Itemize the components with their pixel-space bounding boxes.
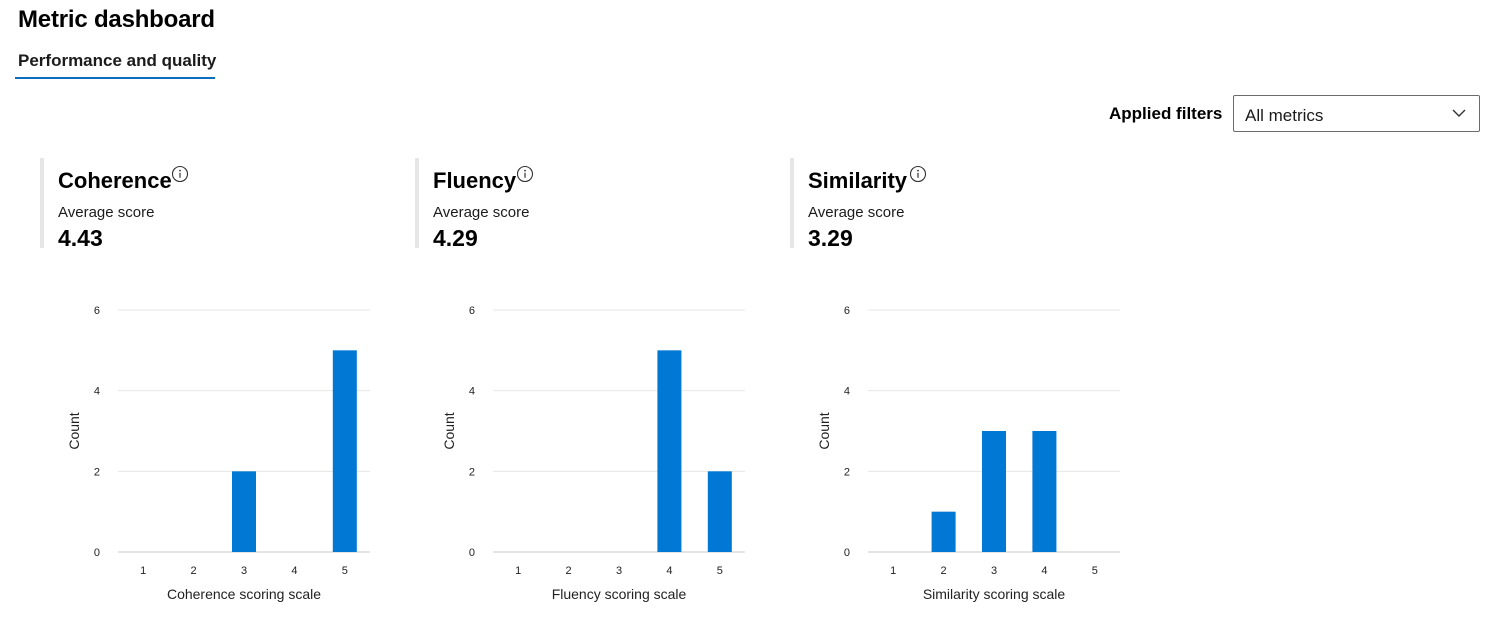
card-accent-bar [40, 158, 44, 248]
tab-performance-and-quality[interactable]: Performance and quality [18, 51, 216, 78]
metric-card-coherence: Coherence Average score 4.43 [40, 158, 380, 251]
x-tick-label: 3 [991, 565, 997, 577]
similarity-histogram: 0 2 4 6 1 2 3 4 5 Similarity scoring scale Count [816, 305, 1120, 602]
y-tick-label: 2 [469, 466, 475, 478]
y-tick-label: 0 [844, 547, 850, 559]
x-tick-label: 4 [666, 565, 672, 577]
average-score-label: Average score [808, 204, 905, 221]
bar [657, 350, 682, 552]
card-accent-bar [415, 158, 419, 248]
y-axis-label: Count [816, 412, 832, 449]
y-tick-label: 4 [469, 386, 475, 398]
x-tick-label: 5 [717, 565, 723, 577]
y-axis-label: Count [66, 412, 82, 449]
x-tick-label: 2 [566, 565, 572, 577]
x-tick-label: 4 [1041, 565, 1047, 577]
metrics-filter-dropdown[interactable]: All metrics [1233, 95, 1480, 132]
chevron-down-icon [1451, 105, 1467, 126]
y-tick-label: 6 [94, 305, 100, 317]
average-score-label: Average score [58, 204, 155, 221]
x-axis-label: Coherence scoring scale [167, 586, 321, 602]
y-tick-label: 6 [844, 305, 850, 317]
info-icon[interactable] [516, 165, 534, 183]
info-icon[interactable] [171, 165, 189, 183]
fluency-histogram: 0 2 4 6 1 2 3 4 5 Fluency scoring scale Count [441, 305, 745, 602]
metric-card-fluency: Fluency Average score 4.29 [415, 158, 755, 251]
metric-name: Similarity [808, 168, 908, 193]
y-axis-label: Count [441, 412, 457, 449]
y-tick-label: 2 [844, 466, 850, 478]
x-tick-label: 2 [941, 565, 947, 577]
y-tick-label: 2 [94, 466, 100, 478]
y-tick-label: 0 [469, 547, 475, 559]
bar [982, 431, 1006, 552]
average-score-value: 4.29 [433, 225, 478, 251]
bar [232, 471, 256, 552]
metric-name: Coherence [58, 168, 172, 193]
x-tick-label: 5 [342, 565, 348, 577]
tab-active-underline [15, 77, 215, 79]
average-score-label: Average score [433, 204, 530, 221]
bar [1032, 431, 1057, 552]
card-accent-bar [790, 158, 794, 248]
coherence-histogram: 0 2 4 6 1 2 3 4 5 Coherence scoring scale Count [66, 305, 370, 602]
bar [332, 350, 357, 552]
bar [931, 511, 956, 552]
applied-filters-label: Applied filters [1109, 104, 1223, 123]
x-tick-label: 2 [191, 565, 197, 577]
x-tick-label: 4 [291, 565, 297, 577]
x-tick-label: 1 [890, 565, 896, 577]
y-tick-label: 6 [469, 305, 475, 317]
page-title: Metric dashboard [18, 6, 215, 33]
x-tick-label: 1 [140, 565, 146, 577]
y-tick-label: 4 [94, 386, 100, 398]
y-tick-label: 0 [94, 547, 100, 559]
average-score-value: 4.43 [58, 225, 103, 251]
x-tick-label: 5 [1092, 565, 1098, 577]
x-tick-label: 3 [241, 565, 247, 577]
x-axis-label: Fluency scoring scale [552, 586, 687, 602]
x-tick-label: 3 [616, 565, 622, 577]
dropdown-selected-value: All metrics [1245, 106, 1324, 125]
y-tick-label: 4 [844, 386, 850, 398]
metric-name: Fluency [433, 168, 517, 193]
bar [707, 471, 732, 552]
metric-card-similarity: Similarity Average score 3.29 [790, 158, 1130, 251]
x-axis-label: Similarity scoring scale [923, 586, 1066, 602]
average-score-value: 3.29 [808, 225, 853, 251]
info-icon[interactable] [909, 165, 927, 183]
x-tick-label: 1 [515, 565, 521, 577]
